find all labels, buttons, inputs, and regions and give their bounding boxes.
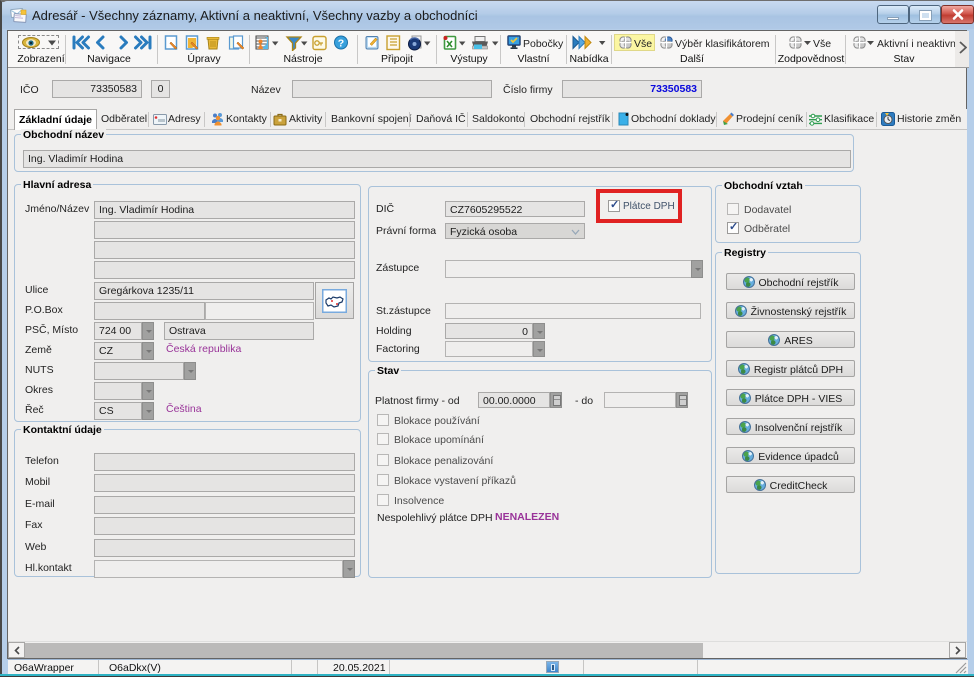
svg-text:?: ?	[338, 38, 344, 50]
